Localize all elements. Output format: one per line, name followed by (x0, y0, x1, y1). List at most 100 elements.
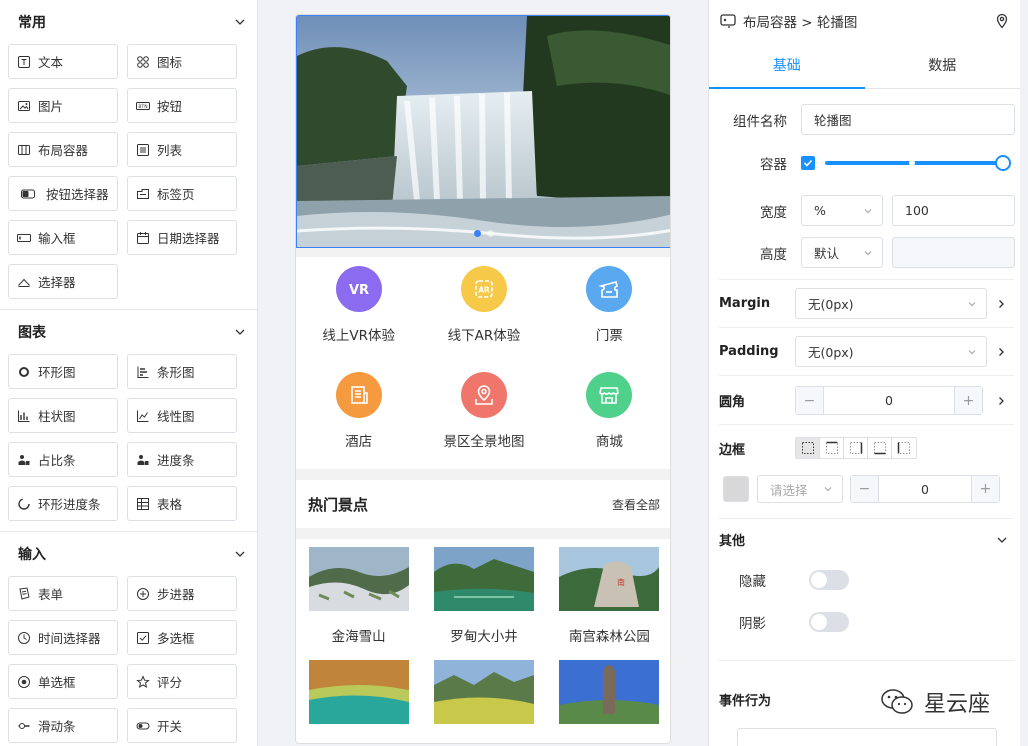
chevron-right-icon[interactable] (995, 346, 1007, 358)
component-item[interactable]: 列表 (127, 132, 237, 167)
feature-nav-item[interactable]: 景区全景地图 (421, 363, 546, 469)
carousel-dots[interactable] (474, 230, 494, 237)
width-unit-select[interactable]: % (801, 195, 883, 226)
component-item[interactable]: 输入框 (8, 220, 118, 255)
feature-nav-item[interactable]: AR 线下AR体验 (421, 257, 546, 363)
component-item[interactable]: 表格 (127, 486, 237, 521)
increment-button[interactable]: + (954, 387, 982, 414)
component-item[interactable]: 选择器 (8, 264, 118, 299)
border-right-option[interactable] (844, 438, 868, 458)
component-item[interactable]: 文本 (8, 44, 118, 79)
component-item-label: 文本 (38, 55, 64, 70)
increment-button[interactable]: + (971, 476, 999, 502)
component-item[interactable]: 标签页 (127, 176, 237, 211)
slider-handle[interactable] (995, 155, 1011, 171)
tab-basic[interactable]: 基础 (709, 42, 865, 89)
component-item[interactable]: 多选框 (127, 620, 237, 655)
component-item[interactable]: 滑动条 (8, 708, 118, 743)
component-item[interactable]: BTN 按钮 (127, 88, 237, 123)
component-item[interactable]: 图片 (8, 88, 118, 123)
component-item[interactable]: 占比条 (8, 442, 118, 477)
border-all-option[interactable] (796, 438, 820, 458)
spot-card[interactable] (547, 652, 670, 743)
component-item[interactable]: 布局容器 (8, 132, 118, 167)
hotel-icon (335, 372, 382, 418)
icon-grid-icon (136, 55, 150, 69)
radius-stepper[interactable]: − 0 + (795, 386, 983, 415)
breadcrumb-text: 布局容器 > 轮播图 (743, 15, 858, 31)
spot-card[interactable] (296, 652, 421, 743)
border-top-option[interactable] (820, 438, 844, 458)
section-header[interactable]: 输入 (0, 532, 257, 576)
component-item[interactable]: 步进器 (127, 576, 237, 611)
border-width-stepper[interactable]: − 0 + (850, 475, 1000, 503)
component-item-label: 环形进度条 (38, 497, 101, 512)
component-item[interactable]: 单选框 (8, 664, 118, 699)
component-item-label: 占比条 (38, 453, 76, 468)
container-checkbox[interactable] (801, 156, 815, 170)
component-item-label: 线性图 (157, 409, 195, 424)
component-item[interactable]: 图标 (127, 44, 237, 79)
chevron-right-icon[interactable] (995, 395, 1007, 407)
component-name-input[interactable]: 轮播图 (801, 104, 1015, 135)
decrement-button[interactable]: − (851, 476, 879, 502)
component-item[interactable]: 进度条 (127, 442, 237, 477)
feature-nav-item[interactable]: 门票 (547, 257, 670, 363)
component-item[interactable]: 柱状图 (8, 398, 118, 433)
chevron-right-icon[interactable] (995, 298, 1007, 310)
border-color-picker[interactable] (723, 476, 749, 502)
section-header[interactable]: 常用 (0, 0, 257, 44)
component-item[interactable]: 按钮选择器 (8, 176, 118, 211)
width-input[interactable]: 100 (892, 195, 1015, 226)
border-top-icon (825, 441, 838, 454)
height-label: 高度 (760, 246, 787, 263)
tab-data[interactable]: 数据 (865, 42, 1021, 88)
location-icon[interactable] (994, 13, 1010, 29)
hide-switch[interactable] (809, 570, 849, 590)
decrement-button[interactable]: − (796, 387, 824, 414)
spot-card[interactable]: 金海雪山 (296, 539, 421, 652)
border-bottom-option[interactable] (868, 438, 892, 458)
view-all-link[interactable]: 查看全部 (612, 496, 660, 513)
wechat-icon (881, 689, 913, 714)
component-item[interactable]: 条形图 (127, 354, 237, 389)
component-item[interactable]: 环形图 (8, 354, 118, 389)
container-label: 容器 (760, 157, 787, 173)
chevron-down-icon[interactable] (995, 533, 1009, 547)
component-item[interactable]: 日期选择器 (127, 220, 237, 255)
tabs-icon (136, 187, 150, 201)
section-header[interactable]: 图表 (0, 310, 257, 354)
border-width-value[interactable]: 0 (879, 482, 971, 497)
carousel-dot[interactable] (487, 230, 494, 237)
progress-icon (136, 453, 150, 467)
margin-select[interactable]: 无(0px) (795, 288, 987, 319)
padding-select[interactable]: 无(0px) (795, 336, 987, 367)
carousel-dot[interactable] (474, 230, 481, 237)
feature-nav-item[interactable]: 酒店 (296, 363, 421, 469)
chevron-down-icon[interactable] (233, 325, 247, 339)
component-item[interactable]: 开关 (127, 708, 237, 743)
chevron-down-icon[interactable] (233, 547, 247, 561)
svg-text:南: 南 (617, 577, 625, 587)
border-style-select[interactable]: 请选择 (757, 475, 843, 503)
spot-card[interactable]: 南南宫森林公园 (547, 539, 670, 652)
feature-nav-item[interactable]: 商城 (547, 363, 670, 469)
chevron-down-icon (824, 487, 832, 492)
component-item[interactable]: 表单 (8, 576, 118, 611)
spot-card[interactable]: 罗甸大小井 (421, 539, 546, 652)
border-left-option[interactable] (892, 438, 916, 458)
chevron-down-icon[interactable] (233, 15, 247, 29)
component-item[interactable]: 时间选择器 (8, 620, 118, 655)
container-slider[interactable] (825, 155, 1011, 171)
spot-card[interactable] (421, 652, 546, 743)
radius-value[interactable]: 0 (824, 393, 954, 408)
feature-nav-item[interactable]: VR 线上VR体验 (296, 257, 421, 363)
height-mode-select[interactable]: 默认 (801, 237, 883, 268)
add-event-button[interactable] (737, 728, 997, 746)
component-item-label: 表格 (157, 497, 183, 512)
carousel-banner[interactable] (296, 15, 670, 248)
component-item[interactable]: 线性图 (127, 398, 237, 433)
shadow-switch[interactable] (809, 612, 849, 632)
component-item[interactable]: 环形进度条 (8, 486, 118, 521)
component-item[interactable]: 评分 (127, 664, 237, 699)
